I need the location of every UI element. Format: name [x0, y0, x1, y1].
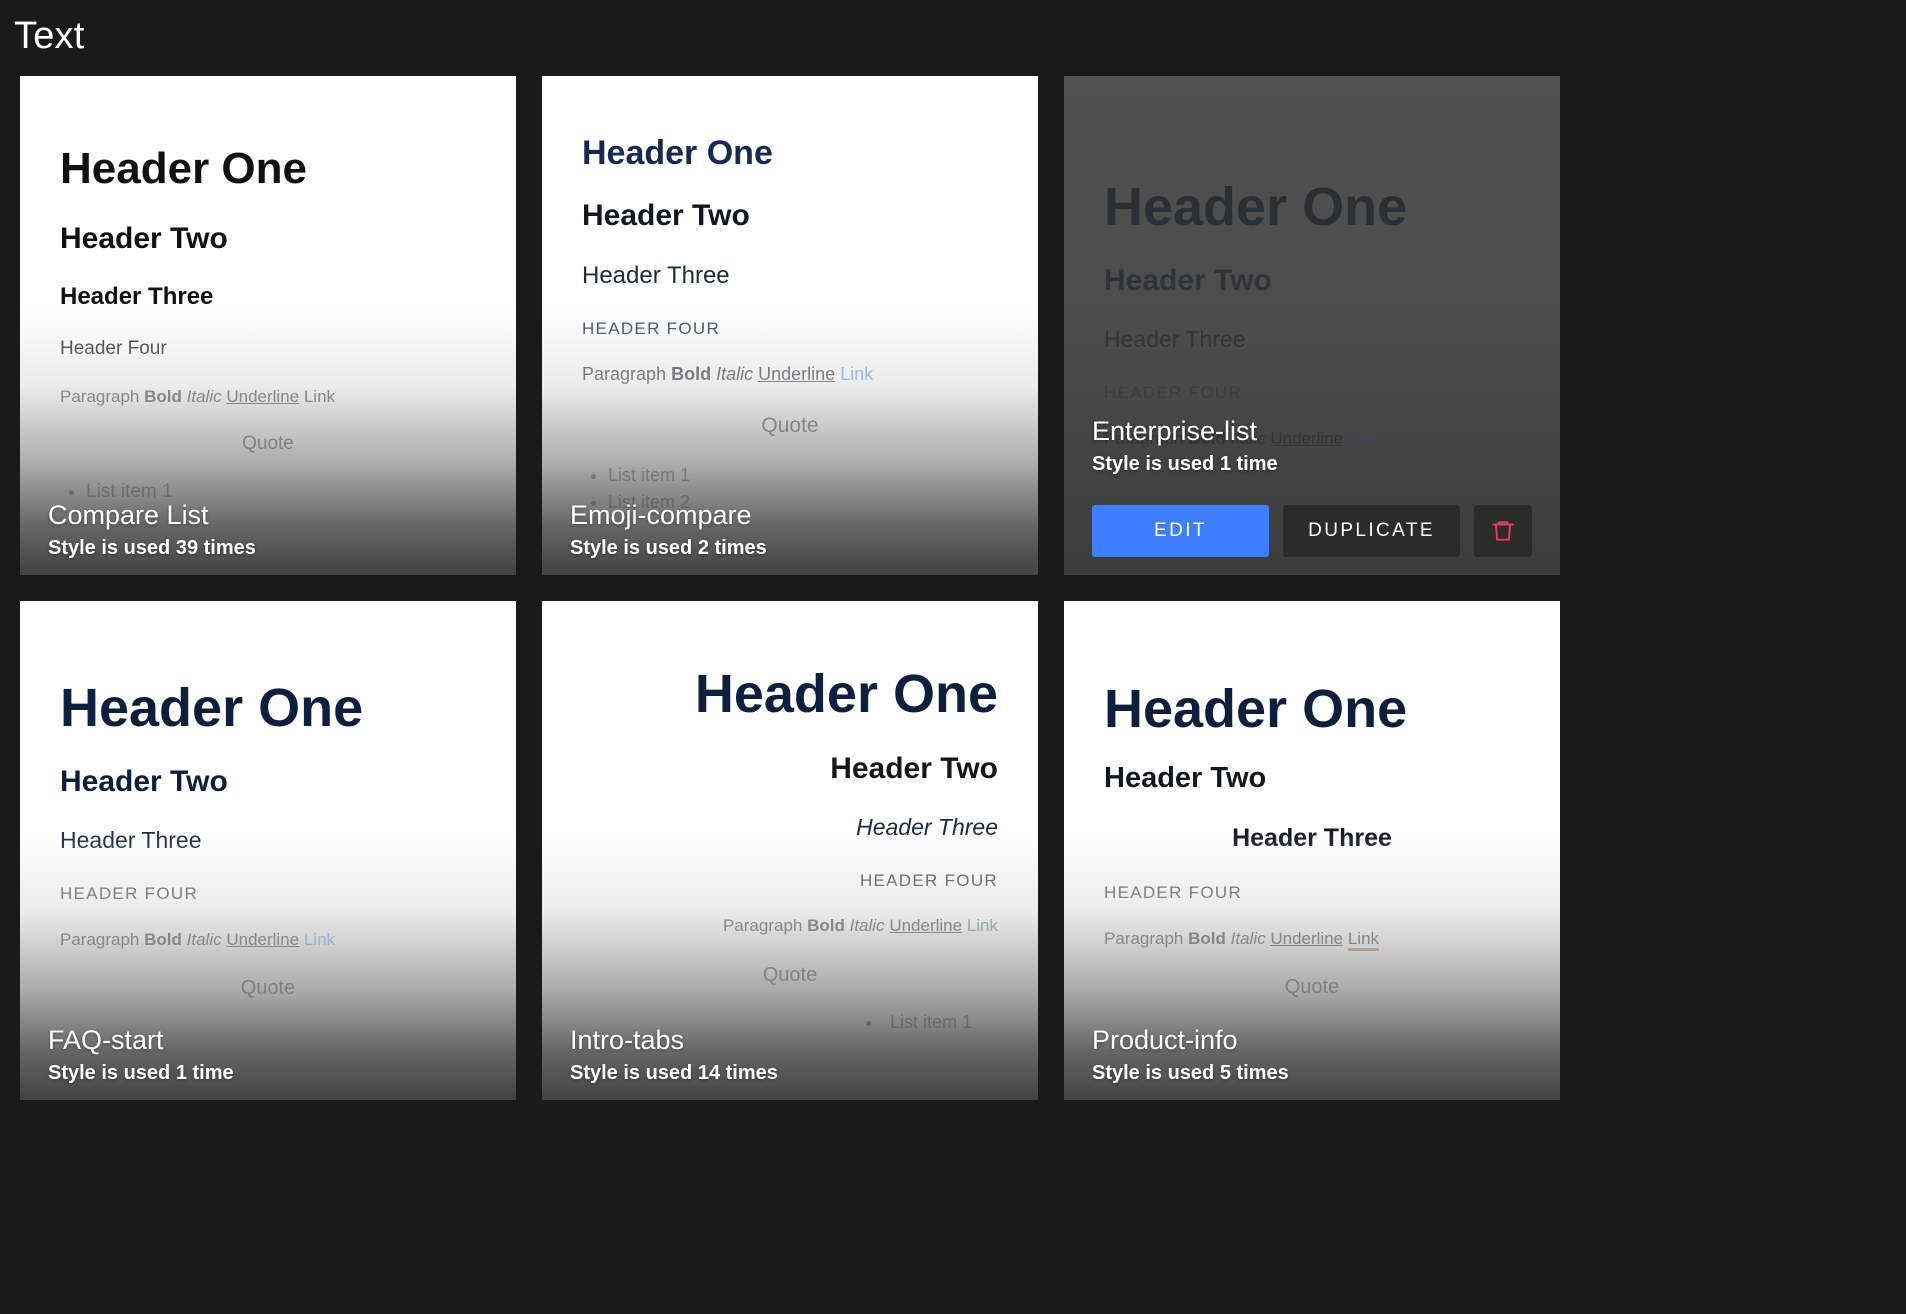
preview-header-three: Header Three [1104, 326, 1246, 353]
preview-header-three: Header Three [856, 813, 998, 840]
paragraph-link[interactable]: Link [304, 387, 335, 406]
preview-header-three: Header Three [1232, 824, 1392, 853]
card-caption: Compare List Style is used 39 times [48, 499, 488, 563]
duplicate-button[interactable]: DUPLICATE [1283, 504, 1460, 557]
trash-icon [1492, 520, 1514, 541]
preview-header-one: Header One [60, 677, 364, 738]
paragraph-link[interactable]: Link [304, 930, 335, 949]
preview-header-four: HEADER FOUR [60, 884, 199, 904]
paragraph-link[interactable]: Link [1347, 928, 1380, 951]
page-title: Text [14, 15, 85, 57]
style-name: FAQ-start [48, 1024, 164, 1055]
preview-header-two: Header Two [1104, 264, 1272, 298]
paragraph-bold: Bold [144, 929, 182, 949]
paragraph-italic: Italic [716, 363, 754, 384]
preview-paragraph: Paragraph Bold Italic Underline Link [60, 385, 476, 410]
paragraph-text: Paragraph [722, 916, 803, 936]
preview-quote: Quote [240, 977, 296, 1000]
style-name: Intro-tabs [570, 1024, 685, 1055]
edit-button[interactable]: EDIT [1092, 504, 1269, 557]
preview-header-one: Header One [694, 664, 998, 725]
preview-paragraph: Paragraph Bold Italic Underline Link [582, 361, 998, 387]
preview-header-three: Header Three [60, 282, 214, 310]
preview-header-two: Header Two [60, 765, 228, 799]
style-card-emoji-compare[interactable]: Header One Header Two Header Three HEADE… [542, 75, 1038, 575]
style-card-intro-tabs[interactable]: Header One Header Two Header Three HEADE… [542, 600, 1038, 1100]
paragraph-underline: Underline [226, 929, 300, 949]
preview-header-one: Header One [1104, 678, 1408, 739]
preview-quote: Quote [1284, 976, 1340, 999]
preview-header-two: Header Two [830, 751, 998, 785]
style-usage: Style is used 1 time [48, 1061, 234, 1084]
paragraph-text: Paragraph [60, 386, 140, 406]
style-card-enterprise-list[interactable]: Header One Header Two Header Three HEADE… [1064, 75, 1560, 575]
paragraph-link[interactable]: Link [967, 916, 998, 935]
style-name: Compare List [48, 499, 209, 530]
paragraph-underline: Underline [1270, 928, 1344, 948]
paragraph-italic: Italic [186, 386, 222, 406]
paragraph-bold: Bold [807, 916, 845, 936]
style-card-product-info[interactable]: Header One Header Two Header Three HEADE… [1064, 600, 1560, 1100]
card-caption: Enterprise-list Style is used 1 time [1092, 415, 1532, 479]
list-item: List item 1 [608, 462, 690, 489]
style-usage: Style is used 2 times [570, 536, 767, 559]
preview-header-three: Header Three [582, 261, 730, 289]
preview-paragraph: Paragraph Bold Italic Underline Link [60, 928, 476, 953]
paragraph-bold: Bold [1188, 928, 1226, 948]
preview-header-one: Header One [1104, 176, 1408, 237]
paragraph-bold: Bold [671, 363, 712, 384]
paragraph-text: Paragraph [1104, 928, 1184, 948]
paragraph-underline: Underline [889, 916, 963, 936]
style-card-faq-start[interactable]: Header One Header Two Header Three HEADE… [20, 600, 516, 1100]
paragraph-text: Paragraph [582, 363, 667, 384]
style-name: Enterprise-list [1092, 415, 1258, 446]
preview-quote: Quote [762, 963, 818, 986]
preview-header-two: Header Two [1104, 762, 1267, 795]
style-usage: Style is used 39 times [48, 536, 256, 559]
style-card-compare-list[interactable]: Header One Header Two Header Three Heade… [20, 75, 516, 575]
preview-quote: Quote [761, 413, 819, 437]
paragraph-italic: Italic [186, 929, 222, 949]
preview-header-one: Header One [60, 143, 307, 193]
paragraph-link[interactable]: Link [840, 364, 873, 384]
paragraph-underline: Underline [758, 363, 836, 384]
preview-header-four: Header Four [60, 338, 167, 360]
card-caption: Intro-tabs Style is used 14 times [570, 1024, 1010, 1088]
preview-header-four: HEADER FOUR [859, 870, 998, 890]
preview-header-four: HEADER FOUR [1104, 383, 1243, 403]
preview-header-four: HEADER FOUR [582, 319, 721, 339]
preview-paragraph: Paragraph Bold Italic Underline Link [582, 914, 998, 939]
card-actions: EDIT DUPLICATE [1092, 504, 1532, 557]
style-card-grid: Header One Header Two Header Three Heade… [0, 60, 1906, 1100]
style-preview: Header One Header Two Header Three HEADE… [1064, 76, 1560, 575]
paragraph-underline: Underline [226, 386, 300, 406]
paragraph-italic: Italic [1230, 928, 1266, 948]
card-caption: Emoji-compare Style is used 2 times [570, 499, 1010, 563]
preview-header-two: Header Two [582, 198, 750, 232]
paragraph-bold: Bold [144, 386, 182, 406]
style-name: Product-info [1092, 1024, 1238, 1055]
card-caption: FAQ-start Style is used 1 time [48, 1024, 488, 1088]
style-name: Emoji-compare [570, 499, 752, 530]
delete-button[interactable] [1474, 504, 1532, 557]
card-caption: Product-info Style is used 5 times [1092, 1024, 1532, 1088]
preview-header-two: Header Two [60, 221, 228, 255]
preview-header-one: Header One [582, 133, 773, 172]
preview-quote: Quote [242, 433, 294, 455]
style-usage: Style is used 5 times [1092, 1061, 1289, 1084]
preview-header-four: HEADER FOUR [1104, 882, 1243, 902]
style-usage: Style is used 14 times [570, 1061, 778, 1084]
preview-paragraph: Paragraph Bold Italic Underline Link [1104, 927, 1520, 952]
paragraph-text: Paragraph [60, 929, 140, 949]
paragraph-italic: Italic [849, 916, 885, 936]
preview-header-three: Header Three [60, 827, 202, 854]
style-usage: Style is used 1 time [1092, 452, 1278, 475]
